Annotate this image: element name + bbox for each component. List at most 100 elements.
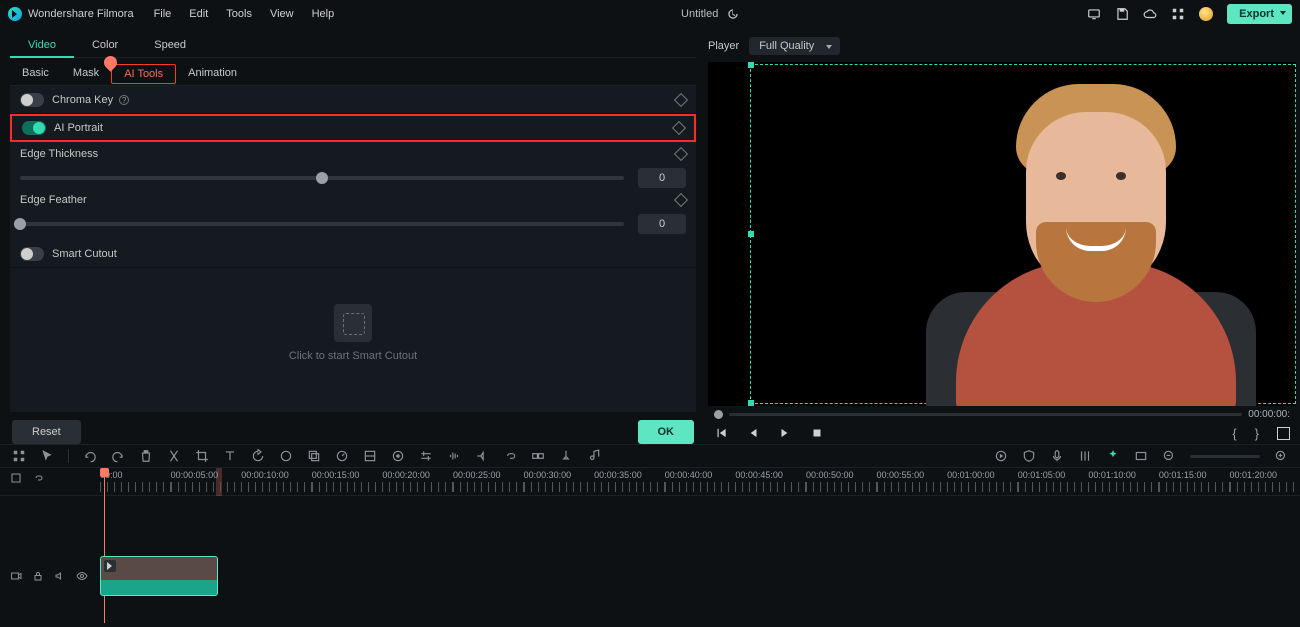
lock-icon[interactable] — [32, 570, 44, 582]
cursor-icon[interactable] — [40, 449, 54, 463]
stop-icon[interactable] — [810, 426, 824, 440]
scrub-track[interactable] — [729, 413, 1242, 416]
play-back-icon[interactable] — [746, 426, 760, 440]
history-icon[interactable] — [726, 7, 740, 21]
grid-icon[interactable] — [12, 449, 26, 463]
text-icon[interactable] — [223, 449, 237, 463]
eye-icon[interactable] — [76, 570, 88, 582]
video-track-icon[interactable] — [10, 570, 22, 582]
tab-video[interactable]: Video — [10, 32, 74, 58]
edge-feather-value[interactable]: 0 — [638, 214, 686, 234]
ai-icon[interactable] — [1106, 449, 1120, 463]
redo-icon[interactable] — [111, 449, 125, 463]
link-track-icon[interactable] — [32, 472, 44, 484]
screen-icon[interactable] — [1087, 7, 1101, 21]
edge-thickness-slider[interactable] — [20, 176, 624, 180]
preview-canvas[interactable] — [708, 62, 1296, 406]
ok-button[interactable]: OK — [638, 420, 695, 444]
app-logo — [8, 7, 22, 21]
shield-icon[interactable] — [1022, 449, 1036, 463]
keyframe-icon[interactable] — [672, 121, 686, 135]
resize-handle[interactable] — [748, 231, 754, 237]
adjust-icon[interactable] — [419, 449, 433, 463]
smart-cutout-icon[interactable] — [334, 304, 372, 342]
ruler-tick: 00:01:00:00 — [947, 468, 1018, 495]
help-icon[interactable]: ? — [119, 95, 129, 105]
video-clip[interactable] — [100, 556, 218, 596]
collapse-icon[interactable] — [10, 472, 22, 484]
mask-icon[interactable] — [279, 449, 293, 463]
menu-tools[interactable]: Tools — [226, 8, 252, 20]
quality-dropdown[interactable]: Full Quality — [749, 37, 840, 55]
export-button[interactable]: Export — [1227, 4, 1292, 24]
account-badge[interactable] — [1199, 7, 1213, 21]
ai-portrait-label: AI Portrait — [54, 122, 103, 134]
menu-view[interactable]: View — [270, 8, 294, 20]
step-back-icon[interactable] — [714, 426, 728, 440]
player-controls: { } — [708, 422, 1296, 444]
zoom-slider[interactable] — [1190, 455, 1260, 458]
group-icon[interactable] — [531, 449, 545, 463]
undo-icon[interactable] — [83, 449, 97, 463]
aspect-icon[interactable] — [1134, 449, 1148, 463]
mixer-icon[interactable] — [1078, 449, 1092, 463]
audiomix-icon[interactable] — [447, 449, 461, 463]
ruler-tick: 00:00:25:00 — [453, 468, 524, 495]
edge-feather-slider[interactable] — [20, 222, 624, 226]
cloud-icon[interactable] — [1143, 7, 1157, 21]
overlay-icon[interactable] — [307, 449, 321, 463]
play-icon[interactable] — [778, 426, 792, 440]
ruler-tick: 00:00:35:00 — [594, 468, 665, 495]
menu-help[interactable]: Help — [312, 8, 335, 20]
ducking-icon[interactable] — [475, 449, 489, 463]
fit-icon[interactable] — [363, 449, 377, 463]
rotate-icon[interactable] — [251, 449, 265, 463]
ruler-tick: 00:00:10:00 — [241, 468, 312, 495]
color-icon[interactable] — [391, 449, 405, 463]
tab-animation[interactable]: Animation — [176, 60, 249, 86]
zoom-in-icon[interactable] — [1274, 449, 1288, 463]
zoom-out-icon[interactable] — [1162, 449, 1176, 463]
apps-icon[interactable] — [1171, 7, 1185, 21]
ruler-tick: 00:01:05:00 — [1018, 468, 1089, 495]
tab-ai-tools[interactable]: AI Tools — [111, 64, 176, 84]
delete-icon[interactable] — [139, 449, 153, 463]
edge-thickness-value[interactable]: 0 — [638, 168, 686, 188]
ai-portrait-toggle[interactable] — [22, 121, 46, 135]
music-icon[interactable] — [587, 449, 601, 463]
scrub-handle[interactable] — [714, 410, 723, 419]
save-icon[interactable] — [1115, 7, 1129, 21]
crop-icon[interactable] — [195, 449, 209, 463]
chroma-key-row: Chroma Key ? — [10, 86, 696, 114]
resize-handle[interactable] — [748, 62, 754, 68]
menu-file[interactable]: File — [154, 8, 172, 20]
reset-button[interactable]: Reset — [12, 420, 81, 444]
smart-cutout-toggle[interactable] — [20, 247, 44, 261]
mic-icon[interactable] — [1050, 449, 1064, 463]
split-icon[interactable] — [167, 449, 181, 463]
chroma-key-toggle[interactable] — [20, 93, 44, 107]
keyframe-icon[interactable] — [674, 147, 688, 161]
tab-speed[interactable]: Speed — [136, 32, 204, 58]
mute-icon[interactable] — [54, 570, 66, 582]
document-title: Untitled — [681, 8, 718, 20]
marker-icon[interactable] — [559, 449, 573, 463]
ruler-tick: 00:01:20:00 — [1230, 468, 1300, 495]
render-icon[interactable] — [994, 449, 1008, 463]
timeline: 00:00 00:00:05:00 00:00:10:00 00:00:15:0… — [0, 468, 1300, 623]
speed-icon[interactable] — [335, 449, 349, 463]
ruler-tick: 00:00:45:00 — [735, 468, 806, 495]
keyframe-icon[interactable] — [674, 92, 688, 106]
link-icon[interactable] — [503, 449, 517, 463]
mark-out-icon[interactable]: } — [1255, 426, 1259, 441]
menu-edit[interactable]: Edit — [189, 8, 208, 20]
mark-in-icon[interactable]: { — [1232, 426, 1236, 441]
resize-handle[interactable] — [748, 400, 754, 406]
keyframe-icon[interactable] — [674, 193, 688, 207]
slider-knob[interactable] — [14, 218, 26, 230]
slider-knob[interactable] — [316, 172, 328, 184]
timeline-ruler[interactable]: 00:00 00:00:05:00 00:00:10:00 00:00:15:0… — [0, 468, 1300, 496]
tab-color[interactable]: Color — [74, 32, 136, 58]
tab-basic[interactable]: Basic — [10, 60, 61, 86]
fullscreen-icon[interactable] — [1277, 427, 1290, 440]
